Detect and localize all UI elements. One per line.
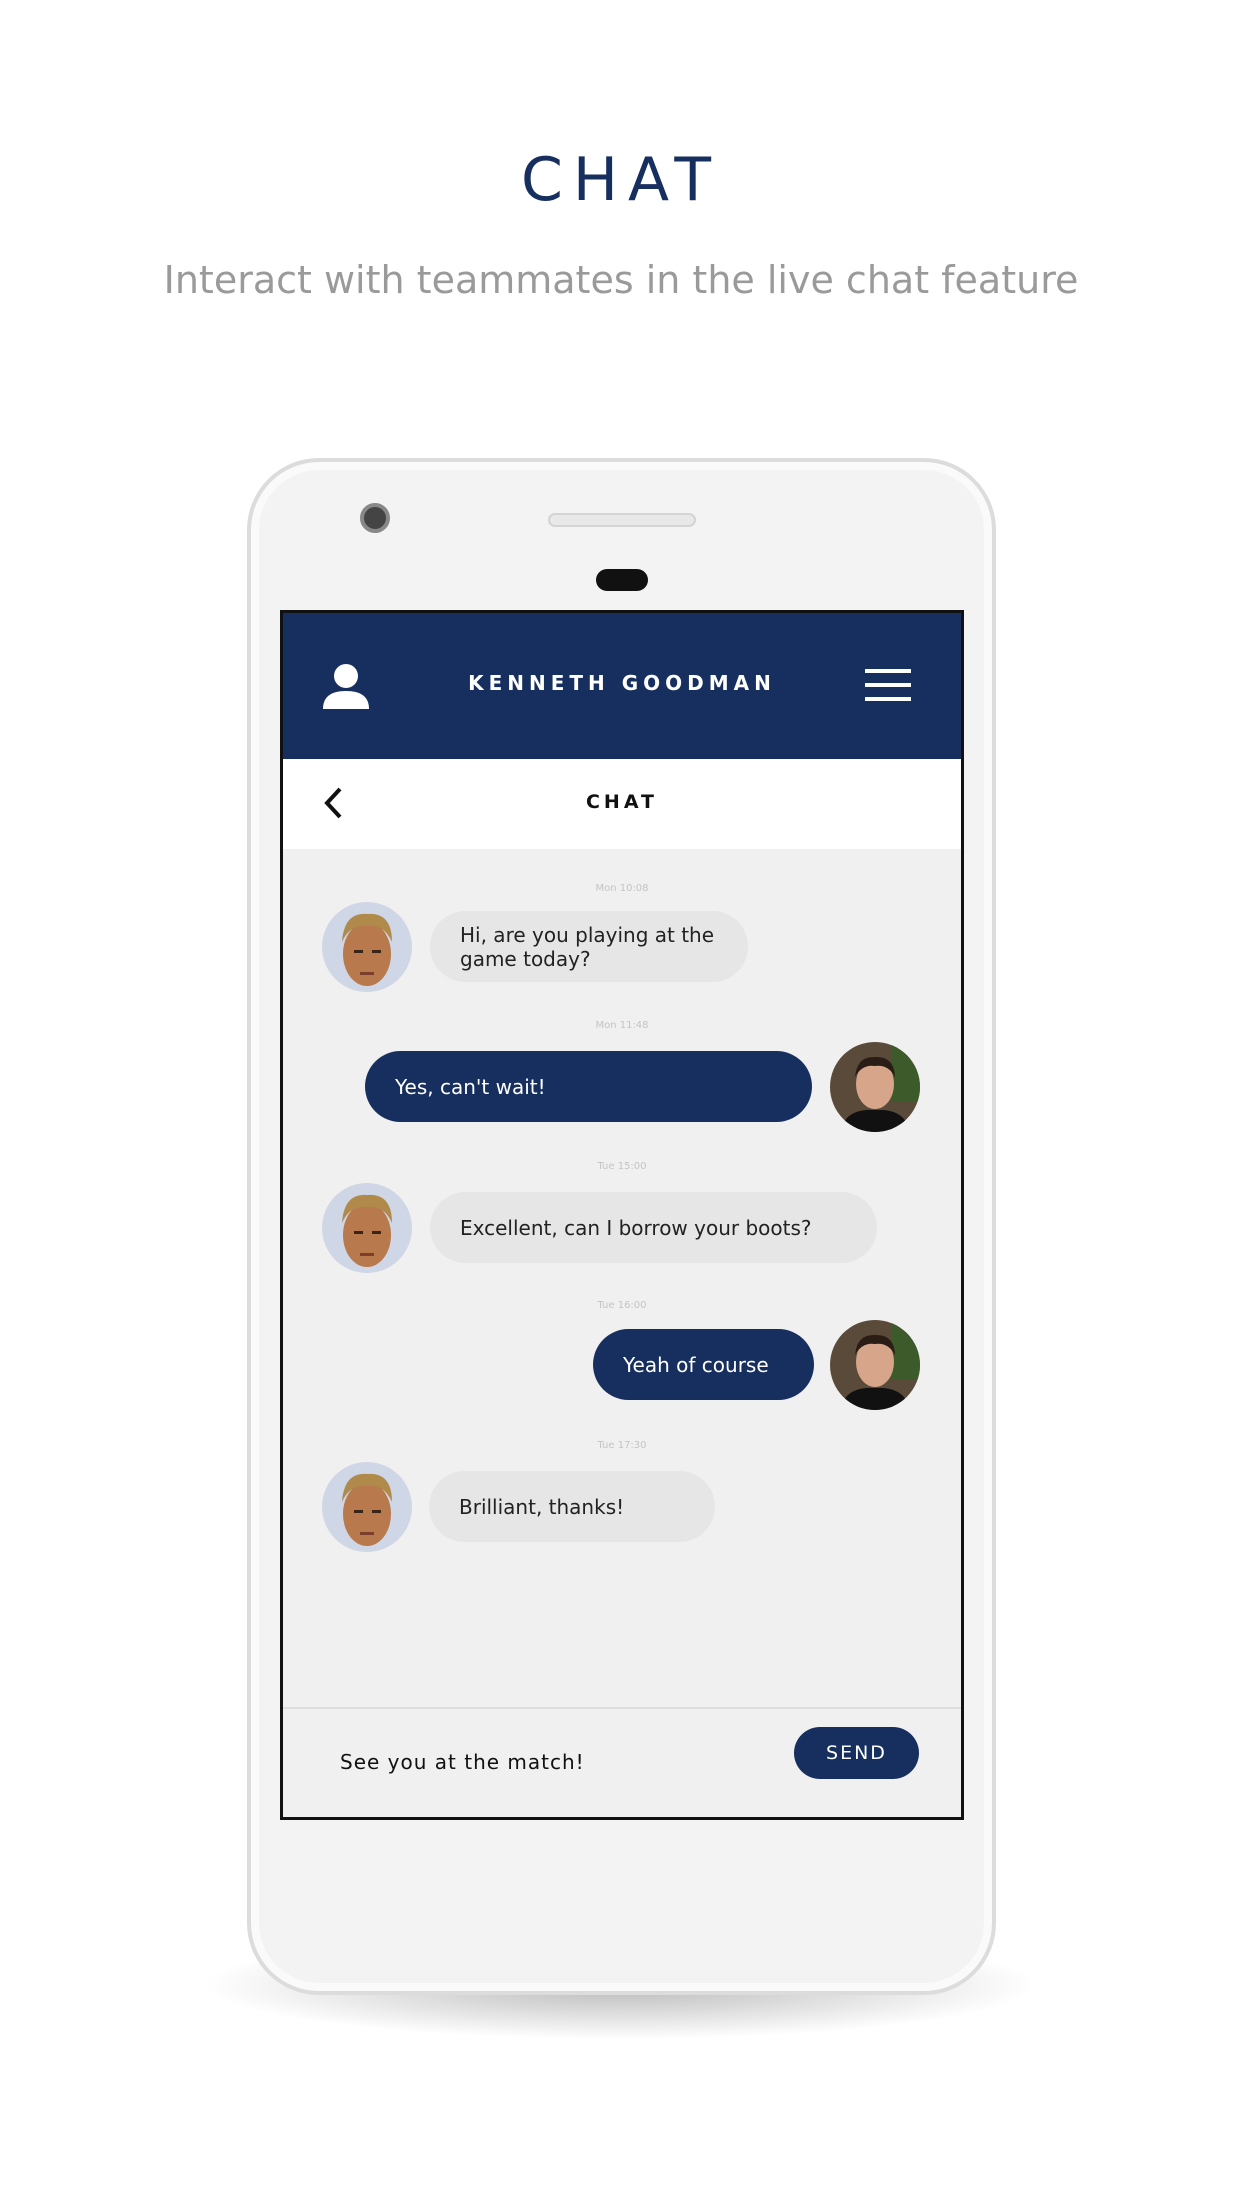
message-timestamp: Tue 15:00 <box>597 1161 647 1172</box>
message-timestamp: Tue 17:30 <box>597 1440 647 1451</box>
chat-title: CHAT <box>585 791 659 813</box>
menu-icon[interactable] <box>865 669 911 701</box>
chat-subheader: CHAT <box>283 759 961 849</box>
message-timestamp: Mon 11:48 <box>595 1020 649 1031</box>
incoming-message: Excellent, can I borrow your boots? <box>430 1192 877 1263</box>
sender-avatar[interactable] <box>322 1462 412 1552</box>
page-title: CHAT <box>520 145 722 215</box>
composer: See you at the match! SEND <box>283 1707 961 1817</box>
user-name: KENNETH GOODMAN <box>468 671 776 695</box>
speaker-grille <box>548 513 696 527</box>
message-timestamp: Mon 10:08 <box>595 883 649 894</box>
message-input[interactable]: See you at the match! <box>340 1750 585 1774</box>
sensor <box>596 569 648 591</box>
message-timestamp: Tue 16:00 <box>597 1300 647 1311</box>
app-header: KENNETH GOODMAN <box>283 613 961 759</box>
sender-avatar[interactable] <box>322 902 412 992</box>
incoming-message: Hi, are you playing at the game today? <box>430 911 748 982</box>
send-button[interactable]: SEND <box>794 1727 919 1779</box>
outgoing-message: Yeah of course <box>593 1329 814 1400</box>
outgoing-message: Yes, can't wait! <box>365 1051 812 1122</box>
phone-screen: KENNETH GOODMAN CHAT Mon 10:08 Hi, are yo… <box>280 610 964 1820</box>
page-subtitle: Interact with teammates in the live chat… <box>163 258 1079 302</box>
own-avatar[interactable] <box>830 1320 920 1410</box>
sender-avatar[interactable] <box>322 1183 412 1273</box>
own-avatar[interactable] <box>830 1042 920 1132</box>
incoming-message: Brilliant, thanks! <box>429 1471 715 1542</box>
camera-icon <box>360 503 390 533</box>
